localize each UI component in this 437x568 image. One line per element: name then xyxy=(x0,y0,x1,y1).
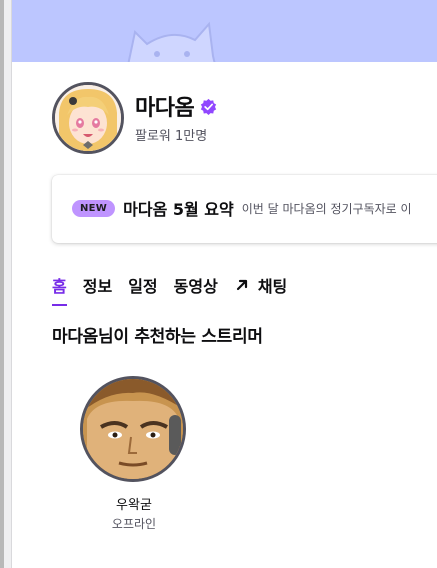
channel-name-row: 마다옴 xyxy=(135,90,217,122)
recommended-streamer-card[interactable]: 우왁굳 오프라인 xyxy=(80,376,188,532)
channel-avatar[interactable] xyxy=(52,82,124,154)
monthly-recap-card[interactable]: NEW 마다옴 5월 요약 이번 달 마다옴의 정기구독자로 이 xyxy=(52,175,437,243)
channel-tabs: 홈 정보 일정 동영상 채팅 xyxy=(52,270,287,310)
tab-home[interactable]: 홈 xyxy=(52,270,67,306)
verified-icon xyxy=(201,98,217,115)
streamer-avatar-image xyxy=(83,379,183,479)
channel-avatar-image xyxy=(55,85,121,151)
monthly-recap-row: NEW 마다옴 5월 요약 이번 달 마다옴의 정기구독자로 이 xyxy=(72,196,412,220)
channel-header: 마다옴 팔로워 1만명 xyxy=(52,82,432,158)
channel-banner xyxy=(12,0,437,62)
streamer-status: 오프라인 xyxy=(111,517,157,531)
streamer-name[interactable]: 우왁굳 xyxy=(80,494,188,513)
tab-videos[interactable]: 동영상 xyxy=(174,270,218,300)
tab-about-label: 정보 xyxy=(82,277,113,296)
streamer-avatar[interactable] xyxy=(80,376,186,482)
tab-schedule-label: 일정 xyxy=(128,277,158,296)
tab-home-label: 홈 xyxy=(52,277,67,296)
follower-count: 팔로워 1만명 xyxy=(135,129,208,144)
new-badge: NEW xyxy=(72,199,116,217)
recommended-streamers-title: 마다옴님이 추천하는 스트리머 xyxy=(52,327,263,347)
monthly-recap-description: 이번 달 마다옴의 정기구독자로 이 xyxy=(241,201,412,216)
monthly-recap-title: 마다옴 5월 요약 xyxy=(123,200,234,219)
tab-chat-label: 채팅 xyxy=(257,277,288,296)
banner-character-icon xyxy=(127,21,216,62)
tab-videos-label: 동영상 xyxy=(173,277,218,296)
tab-about[interactable]: 정보 xyxy=(83,270,112,300)
channel-name[interactable]: 마다옴 xyxy=(135,90,195,122)
tab-schedule[interactable]: 일정 xyxy=(128,270,157,300)
external-arrow-icon xyxy=(236,279,247,291)
window-edge-inner xyxy=(4,0,12,568)
tab-chat[interactable]: 채팅 xyxy=(234,270,287,300)
